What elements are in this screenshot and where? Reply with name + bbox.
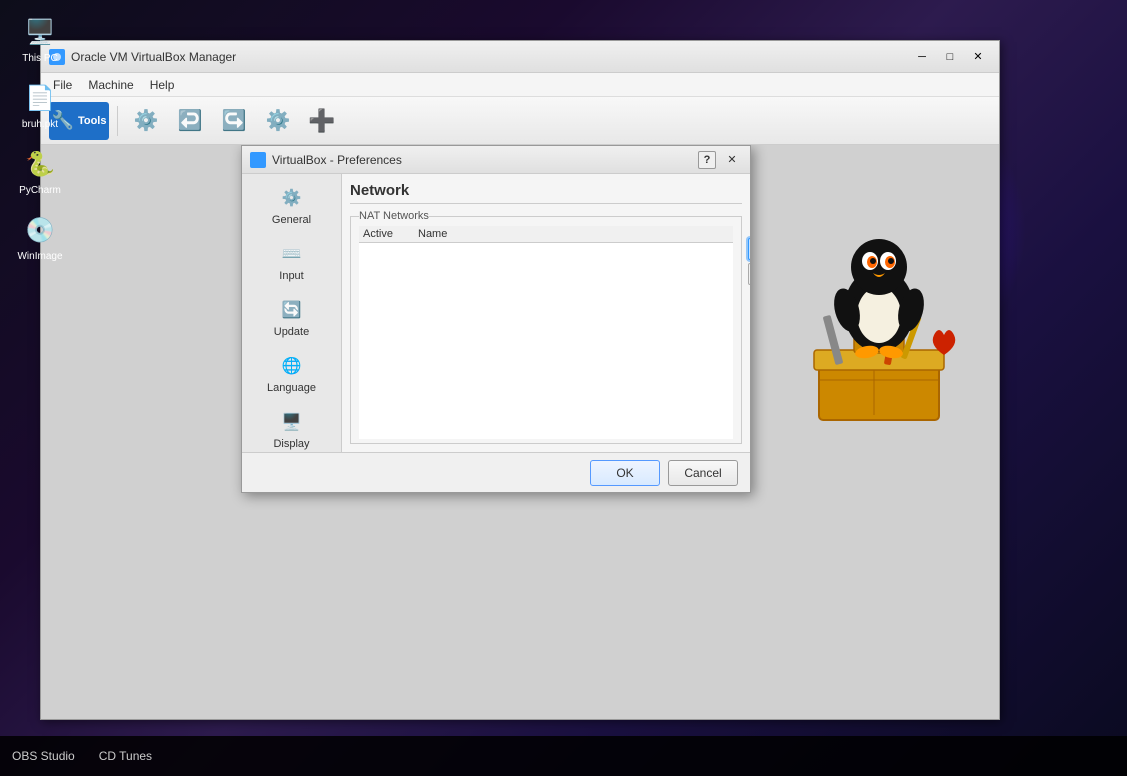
- add-nat-button[interactable]: +: [748, 238, 750, 260]
- bruh-icon: 📄: [22, 80, 58, 116]
- nav-item-general[interactable]: ⚙️ General: [242, 178, 341, 234]
- section-title: Network: [350, 182, 742, 204]
- general-nav-label: General: [272, 214, 311, 226]
- display-nav-icon: 🖥️: [280, 410, 304, 434]
- vbox-content-area: VirtualBox - Preferences ? ✕ ⚙️ General …: [41, 145, 999, 719]
- cancel-button[interactable]: Cancel: [668, 460, 738, 486]
- preferences-dialog: VirtualBox - Preferences ? ✕ ⚙️ General …: [241, 145, 751, 493]
- winimage-icon: 💿: [22, 212, 58, 248]
- vbox-title-text: Oracle VM VirtualBox Manager: [71, 50, 909, 64]
- vbox-win-controls: ─ □ ✕: [909, 47, 991, 67]
- update-nav-icon: 🔄: [280, 298, 304, 322]
- toolbar-forward-button[interactable]: ↪️: [214, 102, 254, 140]
- ok-button[interactable]: OK: [590, 460, 660, 486]
- menu-help[interactable]: Help: [142, 76, 183, 94]
- vbox-maximize-button[interactable]: □: [937, 47, 963, 67]
- vbox-titlebar: Oracle VM VirtualBox Manager ─ □ ✕: [41, 41, 999, 73]
- tux-illustration: [779, 195, 979, 455]
- input-nav-icon: ⌨️: [280, 242, 304, 266]
- taskbar-item-cd-tunes[interactable]: CD Tunes: [87, 736, 164, 776]
- general-nav-icon: ⚙️: [280, 186, 304, 210]
- dialog-nav: ⚙️ General ⌨️ Input 🔄 Update 🌐 Language: [242, 174, 342, 452]
- pycharm-label: PyCharm: [19, 185, 61, 196]
- nat-side-buttons: +: [748, 238, 750, 285]
- toolbar-back-button[interactable]: ↩️: [170, 102, 210, 140]
- dialog-footer: OK Cancel: [242, 452, 750, 492]
- vbox-close-button[interactable]: ✕: [965, 47, 991, 67]
- desktop-icon-this-pc[interactable]: 🖥️ This PC: [0, 8, 80, 70]
- dialog-controls: ? ✕: [698, 151, 742, 169]
- nat-table-header: Active Name: [359, 226, 733, 243]
- update-nav-label: Update: [274, 326, 309, 338]
- toolbar-settings-button[interactable]: ⚙️: [126, 102, 166, 140]
- tools-label: Tools: [78, 115, 107, 127]
- nat-networks-container: NAT Networks Active Name: [350, 210, 742, 444]
- tux-svg: [789, 215, 969, 435]
- taskbar-item-obs[interactable]: OBS Studio: [0, 736, 87, 776]
- desktop-icon-winimage[interactable]: 💿 WinImage: [0, 206, 80, 268]
- virtualbox-window: Oracle VM VirtualBox Manager ─ □ ✕ File …: [40, 40, 1000, 720]
- dialog-close-button[interactable]: ✕: [722, 151, 742, 169]
- dialog-main-content: Network NAT Networks Active Name: [342, 174, 750, 452]
- dialog-title-text: VirtualBox - Preferences: [272, 153, 698, 167]
- language-nav-icon: 🌐: [280, 354, 304, 378]
- nat-networks-fieldset: NAT Networks Active Name: [350, 210, 742, 444]
- vbox-toolbar: 🔧 Tools ⚙️ ↩️ ↪️ ⚙️ ➕: [41, 97, 999, 145]
- nat-networks-legend: NAT Networks: [359, 210, 429, 222]
- desktop-icons: 🖥️ This PC 📄 bruh.pkt 🐍 PyCharm 💿 WinIma…: [0, 0, 80, 276]
- this-pc-icon: 🖥️: [22, 14, 58, 50]
- dialog-body: ⚙️ General ⌨️ Input 🔄 Update 🌐 Language: [242, 174, 750, 452]
- taskbar: OBS Studio CD Tunes: [0, 736, 1127, 776]
- col-name-header: Name: [418, 228, 729, 240]
- dialog-help-button[interactable]: ?: [698, 151, 716, 169]
- vbox-menubar: File Machine Help: [41, 73, 999, 97]
- col-active-header: Active: [363, 228, 418, 240]
- winimage-label: WinImage: [17, 251, 62, 262]
- nav-item-display[interactable]: 🖥️ Display: [242, 402, 341, 452]
- display-nav-label: Display: [273, 438, 309, 450]
- toolbar-gear-button[interactable]: ⚙️: [258, 102, 298, 140]
- desktop-icon-bruh[interactable]: 📄 bruh.pkt: [0, 74, 80, 136]
- vbox-minimize-button[interactable]: ─: [909, 47, 935, 67]
- remove-nat-button[interactable]: [748, 263, 750, 285]
- desktop-icon-pycharm[interactable]: 🐍 PyCharm: [0, 140, 80, 202]
- nav-item-input[interactable]: ⌨️ Input: [242, 234, 341, 290]
- nat-table-body: [359, 243, 733, 439]
- obs-label: OBS Studio: [12, 749, 75, 763]
- toolbar-add-button[interactable]: ➕: [302, 102, 342, 140]
- bruh-label: bruh.pkt: [22, 119, 58, 130]
- nav-item-language[interactable]: 🌐 Language: [242, 346, 341, 402]
- nav-item-update[interactable]: 🔄 Update: [242, 290, 341, 346]
- dialog-titlebar: VirtualBox - Preferences ? ✕: [242, 146, 750, 174]
- language-nav-label: Language: [267, 382, 316, 394]
- dialog-titlebar-icon: [250, 152, 266, 168]
- cd-tunes-label: CD Tunes: [99, 749, 152, 763]
- menu-machine[interactable]: Machine: [80, 76, 141, 94]
- toolbar-separator: [117, 106, 118, 136]
- pycharm-icon: 🐍: [22, 146, 58, 182]
- this-pc-label: This PC: [22, 53, 58, 64]
- input-nav-label: Input: [279, 270, 303, 282]
